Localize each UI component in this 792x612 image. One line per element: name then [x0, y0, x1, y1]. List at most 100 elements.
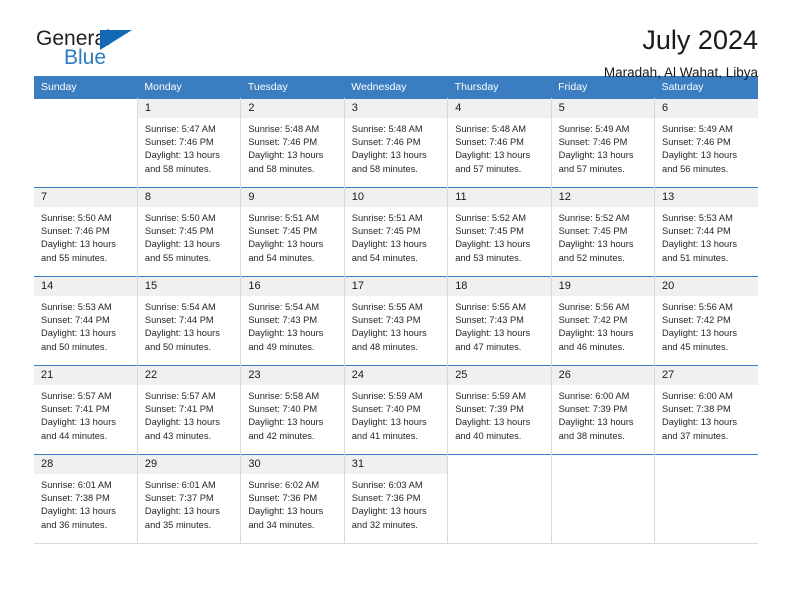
calendar-day-cell[interactable]: 10 Sunrise: 5:51 AM Sunset: 7:45 PM Dayligh…	[344, 187, 449, 277]
day-detail-line: Sunset: 7:45 PM	[144, 226, 214, 237]
day-detail-line: Sunrise: 5:55 AM	[351, 302, 423, 312]
calendar-day-cell[interactable]: 13 Sunrise: 5:53 AM Sunset: 7:44 PM Dayligh…	[654, 187, 758, 277]
day-detail-line: and 55 minutes.	[144, 252, 212, 263]
day-detail-line: Sunset: 7:43 PM	[351, 315, 421, 326]
calendar-day-cell[interactable]: 1 Sunrise: 5:47 AM Sunset: 7:46 PM Daylight…	[137, 98, 242, 188]
day-detail-line: Sunset: 7:38 PM	[662, 404, 731, 415]
day-detail-line: Daylight: 13 hours	[41, 328, 116, 339]
calendar-day-cell[interactable]: 9 Sunrise: 5:51 AM Sunset: 7:45 PM Daylight…	[240, 187, 345, 277]
day-detail-line: Sunrise: 5:48 AM	[455, 124, 526, 134]
day-number: 21	[34, 366, 137, 385]
calendar-day-cell[interactable]: 4 Sunrise: 5:48 AM Sunset: 7:46 PM Daylight…	[447, 98, 552, 188]
day-detail-line: and 49 minutes.	[248, 341, 315, 352]
calendar-day-cell[interactable]: 27 Sunrise: 6:00 AM Sunset: 7:38 PM Dayligh…	[654, 365, 758, 455]
calendar-day-cell[interactable]: 30 Sunrise: 6:02 AM Sunset: 7:36 PM Dayligh…	[240, 454, 345, 544]
day-detail-line: and 57 minutes.	[455, 163, 522, 174]
day-detail-line: Sunset: 7:40 PM	[351, 404, 421, 415]
day-number: 30	[241, 455, 344, 474]
day-detail-line: Sunrise: 5:47 AM	[144, 124, 216, 134]
calendar-day-cell[interactable]: 15 Sunrise: 5:54 AM Sunset: 7:44 PM Dayligh…	[137, 276, 242, 366]
day-detail-line: Sunset: 7:46 PM	[144, 137, 214, 148]
calendar-day-cell[interactable]: 16 Sunrise: 5:54 AM Sunset: 7:43 PM Dayligh…	[240, 276, 345, 366]
day-detail-line: Sunset: 7:38 PM	[41, 493, 110, 504]
day-detail-line: and 57 minutes.	[558, 163, 625, 174]
day-details: Sunrise: 6:02 AM Sunset: 7:36 PM Daylight:…	[241, 474, 343, 532]
day-detail-line: Daylight: 13 hours	[144, 506, 220, 517]
day-detail-line: Sunset: 7:41 PM	[41, 404, 110, 415]
day-detail-line: and 58 minutes.	[144, 163, 212, 174]
calendar-day-cell[interactable]: 11 Sunrise: 5:52 AM Sunset: 7:45 PM Dayligh…	[447, 187, 552, 277]
day-detail-line: Daylight: 13 hours	[558, 239, 634, 250]
day-detail-line: Sunset: 7:42 PM	[662, 315, 731, 326]
day-detail-line: Sunrise: 6:00 AM	[558, 391, 630, 401]
day-detail-line: Sunset: 7:45 PM	[558, 226, 628, 237]
day-detail-line: and 37 minutes.	[662, 430, 729, 441]
calendar-day-cell[interactable]: 3 Sunrise: 5:48 AM Sunset: 7:46 PM Daylight…	[344, 98, 449, 188]
day-detail-line: and 58 minutes.	[351, 163, 418, 174]
day-number: 25	[448, 366, 551, 385]
day-detail-line: Sunset: 7:41 PM	[144, 404, 214, 415]
calendar-day-cell[interactable]: 22 Sunrise: 5:57 AM Sunset: 7:41 PM Dayligh…	[137, 365, 242, 455]
day-detail-line: Daylight: 13 hours	[41, 506, 116, 517]
day-details: Sunrise: 6:00 AM Sunset: 7:39 PM Daylight:…	[552, 385, 654, 443]
day-detail-line: Sunset: 7:39 PM	[455, 404, 524, 415]
calendar-day-cell[interactable]: 5 Sunrise: 5:49 AM Sunset: 7:46 PM Daylight…	[551, 98, 656, 188]
day-details: Sunrise: 5:55 AM Sunset: 7:43 PM Daylight:…	[448, 296, 550, 354]
calendar-day-cell[interactable]: 28 Sunrise: 6:01 AM Sunset: 7:38 PM Dayligh…	[34, 454, 138, 544]
day-details: Sunrise: 5:48 AM Sunset: 7:46 PM Daylight:…	[241, 118, 343, 176]
day-detail-line: Daylight: 13 hours	[662, 239, 737, 250]
day-detail-line: Sunset: 7:44 PM	[41, 315, 110, 326]
calendar-day-cell[interactable]: 18 Sunrise: 5:55 AM Sunset: 7:43 PM Dayligh…	[447, 276, 552, 366]
day-detail-line: Daylight: 13 hours	[248, 239, 324, 250]
day-detail-line: Sunrise: 5:56 AM	[662, 302, 733, 312]
day-details: Sunrise: 5:47 AM Sunset: 7:46 PM Daylight:…	[138, 118, 240, 176]
calendar-day-cell[interactable]: 24 Sunrise: 5:59 AM Sunset: 7:40 PM Dayligh…	[344, 365, 449, 455]
day-number: 14	[34, 277, 137, 296]
title-block: July 2024 Maradah, Al Wahat, Libya	[154, 25, 758, 81]
day-detail-line: Daylight: 13 hours	[351, 150, 427, 161]
calendar-day-cell-empty	[551, 454, 656, 544]
day-detail-line: Sunset: 7:46 PM	[41, 226, 110, 237]
day-detail-line: Daylight: 13 hours	[455, 417, 531, 428]
day-detail-line: Sunset: 7:42 PM	[558, 315, 628, 326]
day-detail-line: and 58 minutes.	[248, 163, 315, 174]
day-number: 10	[344, 188, 448, 207]
day-detail-line: and 43 minutes.	[144, 430, 212, 441]
calendar-day-cell[interactable]: 23 Sunrise: 5:58 AM Sunset: 7:40 PM Dayligh…	[240, 365, 345, 455]
calendar-day-cell[interactable]: 8 Sunrise: 5:50 AM Sunset: 7:45 PM Daylight…	[137, 187, 242, 277]
day-detail-line: Sunrise: 5:59 AM	[455, 391, 526, 401]
calendar-day-cell[interactable]: 25 Sunrise: 5:59 AM Sunset: 7:39 PM Dayligh…	[447, 365, 552, 455]
calendar-day-cell[interactable]: 12 Sunrise: 5:52 AM Sunset: 7:45 PM Dayligh…	[551, 187, 656, 277]
calendar-day-cell[interactable]: 14 Sunrise: 5:53 AM Sunset: 7:44 PM Dayligh…	[34, 276, 138, 366]
day-detail-line: Sunrise: 5:57 AM	[144, 391, 216, 401]
calendar-day-cell[interactable]: 19 Sunrise: 5:56 AM Sunset: 7:42 PM Dayligh…	[551, 276, 656, 366]
sunrise-sunset-calendar: Sunday Monday Tuesday Wednesday Thursday Frid…	[34, 76, 758, 544]
calendar-day-cell[interactable]: 17 Sunrise: 5:55 AM Sunset: 7:43 PM Dayligh…	[344, 276, 449, 366]
day-number: 17	[344, 277, 448, 296]
calendar-day-cell[interactable]: 7 Sunrise: 5:50 AM Sunset: 7:46 PM Daylight…	[34, 187, 138, 277]
day-details: Sunrise: 5:55 AM Sunset: 7:43 PM Daylight:…	[345, 296, 447, 354]
day-details: Sunrise: 5:52 AM Sunset: 7:45 PM Daylight:…	[552, 207, 654, 265]
day-detail-line: Sunset: 7:44 PM	[144, 315, 214, 326]
calendar-day-cell[interactable]: 29 Sunrise: 6:01 AM Sunset: 7:37 PM Dayligh…	[137, 454, 242, 544]
day-detail-line: Sunset: 7:43 PM	[455, 315, 524, 326]
day-detail-line: and 34 minutes.	[248, 519, 315, 530]
day-detail-line: Daylight: 13 hours	[662, 417, 737, 428]
calendar-day-cell[interactable]: 20 Sunrise: 5:56 AM Sunset: 7:42 PM Dayligh…	[654, 276, 758, 366]
day-detail-line: Sunset: 7:36 PM	[351, 493, 421, 504]
calendar-day-cell[interactable]: 31 Sunrise: 6:03 AM Sunset: 7:36 PM Dayligh…	[344, 454, 449, 544]
day-details: Sunrise: 5:59 AM Sunset: 7:40 PM Daylight:…	[345, 385, 447, 443]
calendar-day-cell[interactable]: 26 Sunrise: 6:00 AM Sunset: 7:39 PM Dayligh…	[551, 365, 656, 455]
calendar-week-row: 14 Sunrise: 5:53 AM Sunset: 7:44 PM Dayligh…	[34, 276, 758, 366]
day-number: 26	[551, 366, 655, 385]
calendar-day-cell[interactable]: 2 Sunrise: 5:48 AM Sunset: 7:46 PM Daylight…	[240, 98, 345, 188]
day-detail-line: Daylight: 13 hours	[455, 150, 531, 161]
day-detail-line: and 54 minutes.	[351, 252, 418, 263]
day-detail-line: Sunset: 7:37 PM	[144, 493, 214, 504]
day-number: 12	[551, 188, 655, 207]
day-detail-line: Sunset: 7:40 PM	[248, 404, 318, 415]
day-detail-line: Sunset: 7:45 PM	[455, 226, 524, 237]
calendar-day-cell[interactable]: 6 Sunrise: 5:49 AM Sunset: 7:46 PM Daylight…	[654, 98, 758, 188]
day-number: 24	[344, 366, 448, 385]
calendar-day-cell[interactable]: 21 Sunrise: 5:57 AM Sunset: 7:41 PM Dayligh…	[34, 365, 138, 455]
